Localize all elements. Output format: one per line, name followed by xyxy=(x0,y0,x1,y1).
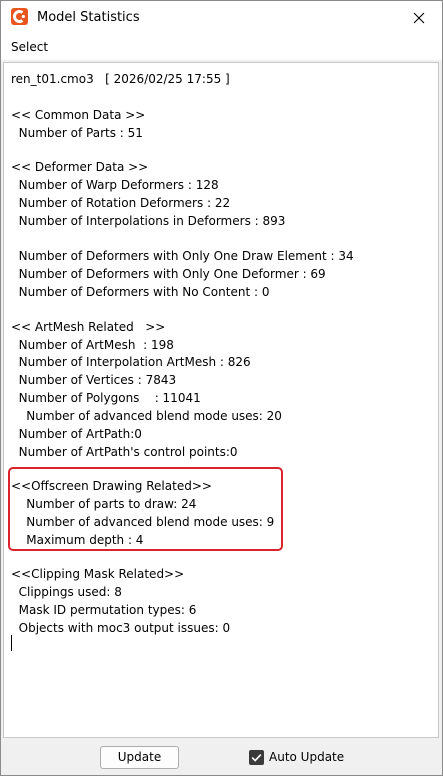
stat-line: Clippings used: 8 xyxy=(11,585,122,599)
section-header-offscreen: <<Offscreen Drawing Related>> xyxy=(11,479,212,493)
stat-line: Number of Interpolation ArtMesh : 826 xyxy=(11,355,251,369)
stat-line: Number of Deformers with Only One Draw E… xyxy=(11,249,354,263)
menu-select[interactable]: Select xyxy=(11,40,48,54)
auto-update-label: Auto Update xyxy=(269,750,345,764)
section-header-artmesh: << ArtMesh Related >> xyxy=(11,320,166,334)
stat-line: Number of Deformers with No Content : 0 xyxy=(11,285,270,299)
title-bar: Model Statistics xyxy=(1,1,442,34)
stat-line: Number of Interpolations in Deformers : … xyxy=(11,214,286,228)
stat-line: Number of Parts : 51 xyxy=(11,126,143,140)
file-info-line: ren_t01.cmo3 [ 2026/02/25 17:55 ] xyxy=(11,72,230,86)
stat-line: Maximum depth : 4 xyxy=(11,533,144,547)
footer-bar: Update Auto Update xyxy=(1,739,442,775)
statistics-text-area[interactable]: ren_t01.cmo3 [ 2026/02/25 17:55 ] << Com… xyxy=(3,62,439,738)
section-header-common: << Common Data >> xyxy=(11,108,146,122)
close-icon xyxy=(413,12,425,23)
auto-update-checkbox[interactable] xyxy=(249,750,264,765)
close-button[interactable] xyxy=(396,1,442,34)
stat-line: Number of ArtPath:0 xyxy=(11,427,142,441)
checkmark-icon xyxy=(251,754,262,762)
stat-line: Number of ArtPath's control points:0 xyxy=(11,445,238,459)
stat-line: Number of Polygons : 11041 xyxy=(11,391,201,405)
stat-line: Mask ID permutation types: 6 xyxy=(11,603,197,617)
stat-line: Objects with moc3 output issues: 0 xyxy=(11,621,231,635)
app-logo-icon xyxy=(11,8,28,25)
update-button[interactable]: Update xyxy=(100,746,179,769)
stat-line: Number of parts to draw: 24 xyxy=(11,497,197,511)
text-caret xyxy=(11,635,12,651)
window-title: Model Statistics xyxy=(37,10,140,25)
section-header-deformer: << Deformer Data >> xyxy=(11,160,149,174)
section-header-clipping: <<Clipping Mask Related>> xyxy=(11,567,185,581)
menu-bar: Select xyxy=(1,34,442,60)
stat-line: Number of Vertices : 7843 xyxy=(11,373,177,387)
model-statistics-window: Model Statistics Select ren_t01.cmo3 [ 2… xyxy=(0,0,443,776)
stat-line: Number of advanced blend mode uses: 9 xyxy=(11,515,275,529)
stat-line: Number of Rotation Deformers : 22 xyxy=(11,196,231,210)
stat-line: Number of Deformers with Only One Deform… xyxy=(11,267,326,281)
stat-line: Number of advanced blend mode uses: 20 xyxy=(11,409,282,423)
stat-line: Number of ArtMesh : 198 xyxy=(11,338,174,352)
stat-line: Number of Warp Deformers : 128 xyxy=(11,178,219,192)
